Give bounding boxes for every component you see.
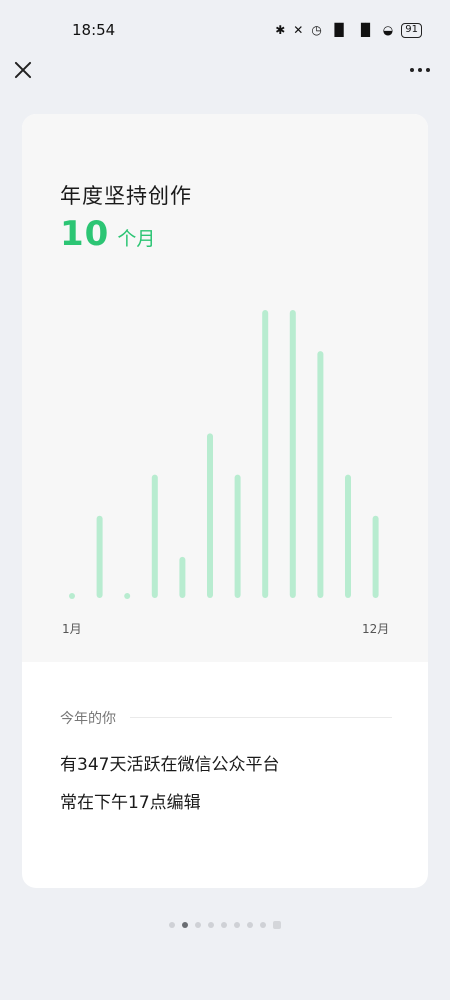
chart-bar-2: [96, 515, 103, 598]
chart-bar-1: [69, 593, 75, 599]
close-icon[interactable]: [12, 59, 34, 81]
chart-bar-4: [151, 474, 158, 598]
pager-dot-3[interactable]: [195, 922, 201, 928]
pager-dot-6[interactable]: [234, 922, 240, 928]
x-axis-start-label: 1月: [62, 622, 82, 636]
wifi-icon: ◒: [382, 23, 394, 37]
pager-dots: [0, 918, 450, 932]
pager-dot-7[interactable]: [247, 922, 253, 928]
chart-bar-9: [289, 310, 296, 598]
pager-dot-4[interactable]: [208, 922, 214, 928]
section-label: 今年的你: [60, 711, 116, 727]
chart-bar-8: [262, 310, 269, 598]
pager-dot-2[interactable]: [182, 922, 188, 928]
pager-dot-9[interactable]: [273, 921, 281, 929]
chart-bar-3: [124, 593, 131, 599]
x-axis-end-label: 12月: [362, 622, 390, 636]
chart-bar-7: [234, 474, 241, 598]
status-icons: ✱ ✕ ◷ ▐▌ ▐▌ ◒ 91: [275, 22, 422, 38]
chart-bar-10: [317, 351, 324, 598]
battery-icon: 91: [401, 22, 422, 38]
pager-dot-1[interactable]: [169, 922, 175, 928]
more-icon[interactable]: [408, 62, 432, 78]
monthly-bar-chart: [69, 310, 379, 599]
status-time: 18:54: [72, 21, 116, 39]
mute-icon: ✕: [293, 23, 304, 37]
pager-dot-8[interactable]: [260, 922, 266, 928]
pager-dot-5[interactable]: [221, 922, 227, 928]
signal-hd-icon: ▐▌: [329, 23, 349, 37]
section-divider: [130, 717, 392, 718]
status-bar: 18:54 ✱ ✕ ◷ ▐▌ ▐▌ ◒ 91: [0, 0, 450, 60]
top-bar: [0, 52, 450, 88]
bluetooth-icon: ✱: [275, 23, 286, 37]
signal-hd-icon: ▐▌: [356, 23, 375, 37]
active-days-text: 有347天活跃在微信公众平台: [60, 755, 280, 775]
chart-bar-11: [345, 474, 351, 598]
alarm-icon: ◷: [311, 23, 322, 37]
edit-time-text: 常在下午17点编辑: [60, 793, 201, 813]
chart-bar-5: [179, 556, 186, 598]
chart-bar-12: [372, 515, 379, 598]
chart-bar-6: [207, 433, 213, 598]
summary-card: 年度坚持创作 10 个月 1月 12月 今年的你 有347天活跃在微信公众平台 …: [22, 114, 428, 888]
